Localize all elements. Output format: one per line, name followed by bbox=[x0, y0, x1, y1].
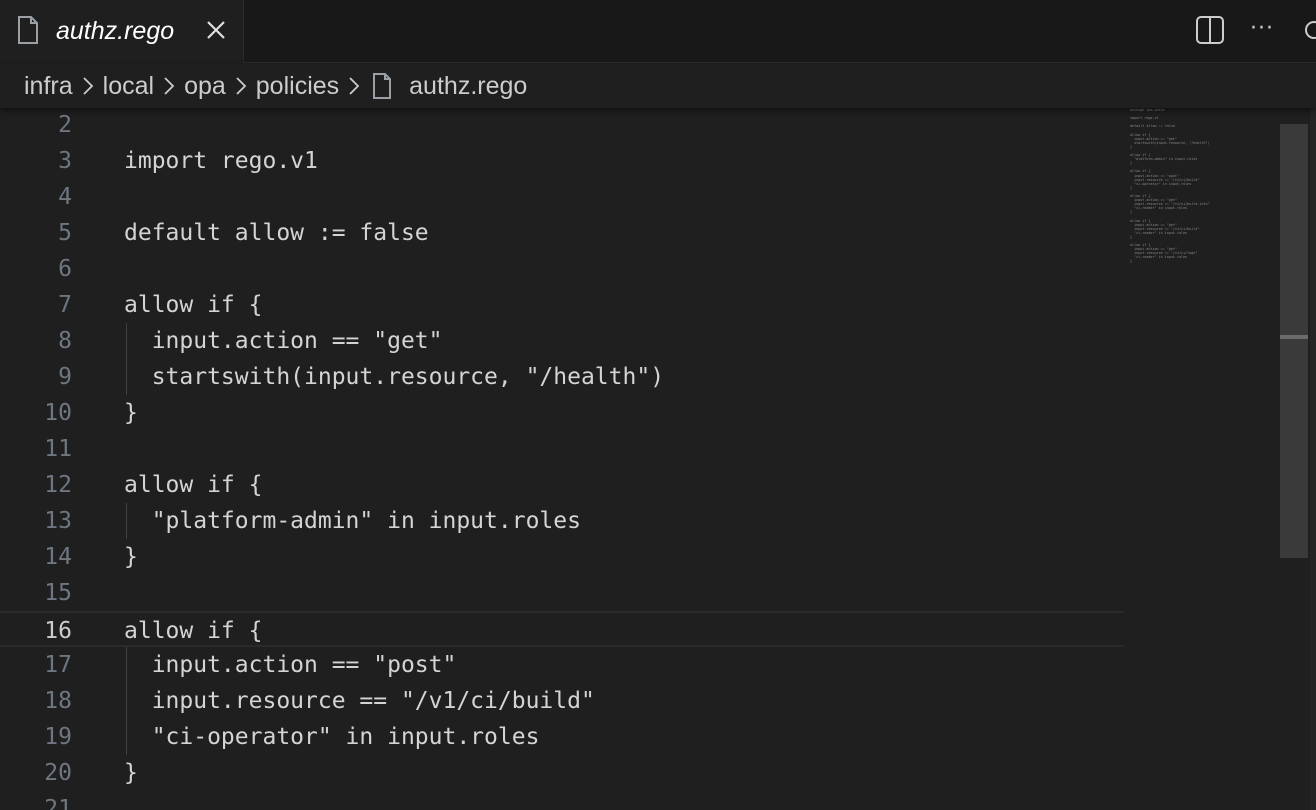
code-line[interactable]: 5 default allow := false bbox=[0, 215, 1124, 251]
code-text: startswith(input.resource, "/health") bbox=[124, 364, 665, 390]
scrollbar-cursor-marker bbox=[1280, 335, 1308, 339]
overflow-icon bbox=[1305, 21, 1316, 39]
tab-label: authz.rego bbox=[56, 17, 175, 45]
tab-authz-rego[interactable]: authz.rego bbox=[0, 0, 244, 63]
line-number: 8 bbox=[58, 328, 72, 354]
code-text: "platform-admin" in input.roles bbox=[124, 508, 581, 534]
chevron-right-icon bbox=[349, 77, 360, 95]
code-line[interactable]: 8 input.action == "get" bbox=[0, 323, 1124, 359]
breadcrumb-item-policies[interactable]: policies bbox=[256, 72, 339, 101]
breadcrumb-item-local[interactable]: local bbox=[103, 72, 154, 101]
line-number: 5 bbox=[58, 220, 72, 246]
more-actions-icon[interactable]: ··· bbox=[1248, 14, 1276, 44]
code-editor[interactable]: 2 3 import rego.v1 4 5 default allow := false… bbox=[0, 108, 1316, 810]
code-line[interactable]: 4 bbox=[0, 179, 1124, 215]
code-line[interactable]: 2 bbox=[0, 108, 1124, 143]
line-number: 21 bbox=[44, 796, 72, 810]
line-number: 11 bbox=[44, 436, 72, 462]
line-number: 10 bbox=[44, 400, 72, 426]
breadcrumb-item-file[interactable]: authz.rego bbox=[409, 72, 527, 101]
line-number: 20 bbox=[44, 760, 72, 786]
code-line[interactable]: 18 input.resource == "/v1/ci/build" bbox=[0, 683, 1124, 719]
code-line[interactable]: 16 allow if { bbox=[0, 611, 1124, 647]
line-number: 15 bbox=[44, 580, 72, 606]
code-text: import rego.v1 bbox=[124, 148, 318, 174]
breadcrumb-item-opa[interactable]: opa bbox=[184, 72, 226, 101]
close-icon[interactable] bbox=[204, 18, 228, 42]
line-number: 2 bbox=[58, 112, 72, 138]
code-text: input.resource == "/v1/ci/build" bbox=[124, 688, 595, 714]
code-line[interactable]: 13 "platform-admin" in input.roles bbox=[0, 503, 1124, 539]
code-line[interactable]: 11 bbox=[0, 431, 1124, 467]
file-icon bbox=[18, 16, 38, 44]
chevron-right-icon bbox=[236, 77, 247, 95]
code-line[interactable]: 3 import rego.v1 bbox=[0, 143, 1124, 179]
code-line[interactable]: 17 input.action == "post" bbox=[0, 647, 1124, 683]
code-text: default allow := false bbox=[124, 220, 429, 246]
file-icon bbox=[373, 73, 392, 99]
code-line[interactable]: 19 "ci-operator" in input.roles bbox=[0, 719, 1124, 755]
code-line[interactable]: 9 startswith(input.resource, "/health") bbox=[0, 359, 1124, 395]
line-number: 9 bbox=[58, 364, 72, 390]
code-line[interactable]: 14} bbox=[0, 539, 1124, 575]
code-text: "ci-operator" in input.roles bbox=[124, 724, 540, 750]
tab-bar: authz.rego ··· bbox=[0, 0, 1316, 63]
code-text: allow if { bbox=[124, 472, 263, 498]
code-text: allow if { bbox=[124, 292, 263, 318]
code-line[interactable]: 7 allow if { bbox=[0, 287, 1124, 323]
chevron-right-icon bbox=[83, 77, 93, 95]
line-number: 13 bbox=[44, 508, 72, 534]
code-text: allow if { bbox=[124, 618, 263, 644]
code-text: } bbox=[124, 760, 138, 786]
code-line[interactable]: 15 bbox=[0, 575, 1124, 611]
code-line[interactable]: 10} bbox=[0, 395, 1124, 431]
code-line[interactable]: 21 bbox=[0, 791, 1124, 810]
split-editor-icon[interactable] bbox=[1194, 15, 1226, 45]
breadcrumb: infra local opa policies authz.rego bbox=[0, 64, 1316, 108]
indent-guide bbox=[126, 503, 127, 539]
indent-guide bbox=[126, 647, 127, 755]
chevron-right-icon bbox=[164, 77, 175, 95]
line-number: 17 bbox=[44, 652, 72, 678]
code-text: } bbox=[124, 400, 138, 426]
line-number: 14 bbox=[44, 544, 72, 570]
code-text: } bbox=[124, 544, 138, 570]
line-number: 3 bbox=[58, 148, 72, 174]
breadcrumb-item-infra[interactable]: infra bbox=[24, 72, 73, 101]
code-line[interactable]: 6 bbox=[0, 251, 1124, 287]
line-number: 6 bbox=[58, 256, 72, 282]
indent-guide bbox=[126, 323, 127, 395]
editor-window: authz.rego ··· infra local opa policies bbox=[0, 0, 1316, 810]
line-number: 4 bbox=[58, 184, 72, 210]
code-text: input.action == "get" bbox=[124, 328, 443, 354]
code-line[interactable]: 12 allow if { bbox=[0, 467, 1124, 503]
line-number: 19 bbox=[44, 724, 72, 750]
minimap[interactable]: package opa.authz import rego.v1 default… bbox=[1130, 108, 1270, 308]
line-number: 7 bbox=[58, 292, 72, 318]
code-line[interactable]: 20} bbox=[0, 755, 1124, 791]
line-number: 16 bbox=[44, 618, 72, 644]
vertical-scrollbar[interactable] bbox=[1280, 124, 1308, 558]
line-number: 12 bbox=[44, 472, 72, 498]
line-number: 18 bbox=[44, 688, 72, 714]
overview-ruler bbox=[1310, 108, 1316, 810]
code-text: input.action == "post" bbox=[124, 652, 457, 678]
